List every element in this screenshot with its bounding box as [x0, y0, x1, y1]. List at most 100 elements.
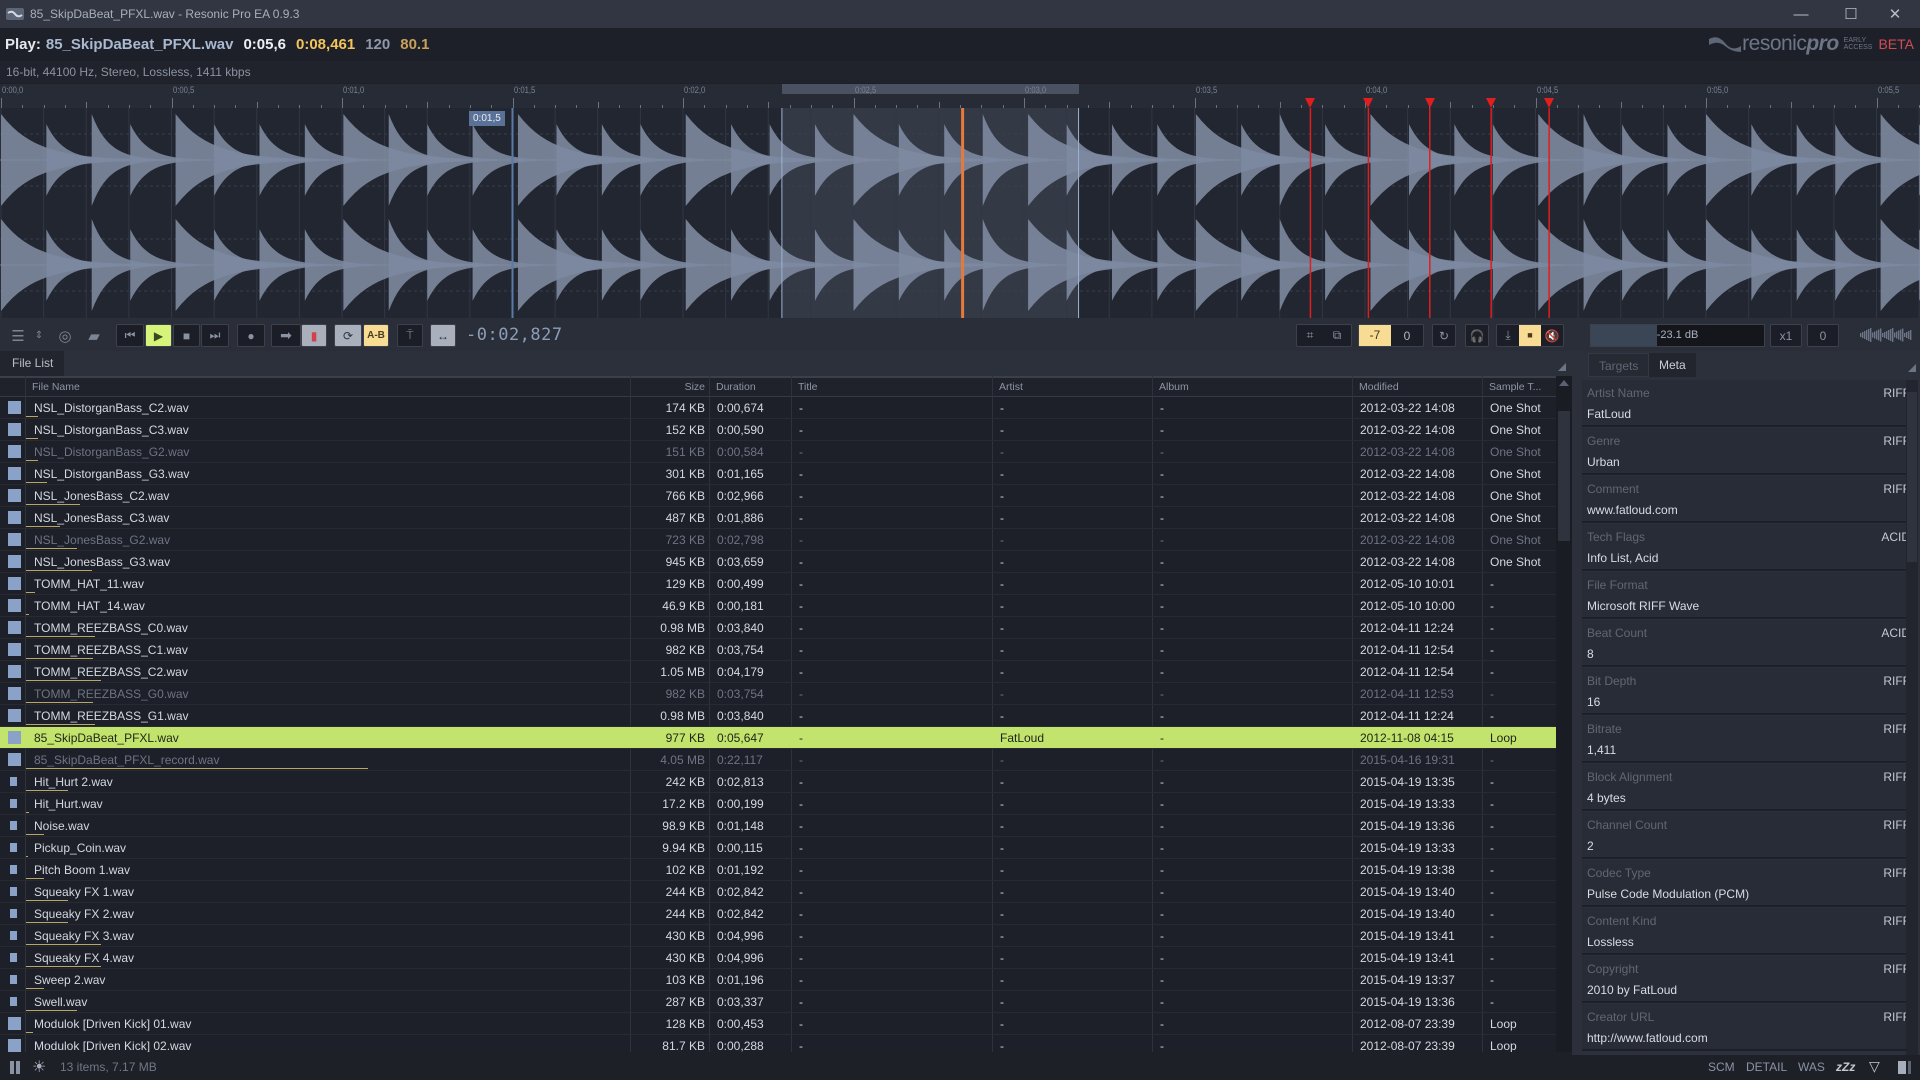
- file-row[interactable]: NSL_DistorganBass_G2.wav 151 KB 0:00,584 - -…: [0, 441, 1556, 463]
- pitch-fine[interactable]: 0: [1391, 329, 1423, 343]
- file-row[interactable]: Sweep 2.wav 103 KB 0:01,196 - - - 2015-04-19 1…: [0, 969, 1556, 991]
- file-row[interactable]: Pickup_Coin.wav 9.94 KB 0:00,115 - - - 2015-04…: [0, 837, 1556, 859]
- brightness-icon[interactable]: ☀: [32, 1057, 46, 1077]
- minimize-button[interactable]: —: [1778, 0, 1824, 28]
- column-duration[interactable]: Duration: [709, 378, 791, 397]
- cue-marker-flag[interactable]: [1544, 98, 1555, 108]
- meta-field[interactable]: Bitrate RIFF 1,411: [1582, 716, 1915, 763]
- pause-bar-icon[interactable]: [16, 1061, 20, 1074]
- headphones-button[interactable]: 🎧: [1465, 324, 1489, 347]
- meta-field[interactable]: Bit Depth RIFF 16: [1582, 668, 1915, 715]
- pitch-control[interactable]: -7 0: [1358, 324, 1424, 347]
- file-row[interactable]: Pitch Boom 1.wav 102 KB 0:01,192 - - - 2015-04…: [0, 859, 1556, 881]
- column-size[interactable]: Size: [630, 378, 709, 397]
- cue-marker-flag[interactable]: [1363, 98, 1374, 108]
- list-view-icon[interactable]: ☰: [8, 324, 28, 347]
- was-toggle[interactable]: WAS: [1798, 1060, 1825, 1074]
- file-row[interactable]: Swell.wav 287 KB 0:03,337 - - - 2015-04-19 13:…: [0, 991, 1556, 1013]
- pause-bar-icon[interactable]: [10, 1061, 14, 1074]
- split-button[interactable]: ↔: [430, 324, 456, 347]
- meta-field[interactable]: Block Alignment RIFF 4 bytes: [1582, 764, 1915, 811]
- cue-marker-flag[interactable]: [1486, 98, 1497, 108]
- timeline-ruler[interactable]: 0:00,0 0:00,5 0:01,0 0:01,5 0:02,0 0:02,5 0:03…: [0, 84, 1920, 108]
- meta-field[interactable]: Codec Type RIFF Pulse Code Modulation (PCM…: [1582, 860, 1915, 907]
- scroll-up-icon[interactable]: [1559, 380, 1569, 386]
- folder-icon[interactable]: ▰: [84, 324, 104, 347]
- play-button[interactable]: ▶: [145, 324, 172, 347]
- file-row[interactable]: NSL_JonesBass_G3.wav 945 KB 0:03,659 - - - 201…: [0, 551, 1556, 573]
- panel-resize-icon[interactable]: [1908, 364, 1916, 372]
- file-row[interactable]: Hit_Hurt.wav 17.2 KB 0:00,199 - - - 2015-04-19…: [0, 793, 1556, 815]
- mute-icon[interactable]: 🔇: [1541, 329, 1563, 343]
- sleep-toggle[interactable]: zZz: [1836, 1060, 1855, 1074]
- follow-arrow-button[interactable]: ➡: [271, 324, 301, 347]
- record-button[interactable]: ●: [237, 324, 265, 347]
- scm-toggle[interactable]: SCM: [1708, 1060, 1735, 1074]
- column-sample-type[interactable]: Sample T...: [1482, 378, 1556, 397]
- tab-meta[interactable]: Meta: [1649, 353, 1696, 377]
- waveform-canvas[interactable]: [0, 108, 1920, 318]
- filter-icon[interactable]: ▽: [1869, 1058, 1880, 1075]
- gain-meter[interactable]: -23.1 dB: [1590, 324, 1765, 347]
- file-row[interactable]: Squeaky FX 2.wav 244 KB 0:02,842 - - - 2015-04…: [0, 903, 1556, 925]
- meta-field[interactable]: File Format Microsoft RIFF Wave: [1582, 572, 1915, 619]
- meta-field[interactable]: Artist Name RIFF FatLoud: [1582, 380, 1915, 427]
- ab-loop-button[interactable]: A-B: [363, 324, 389, 347]
- column-artist[interactable]: Artist: [992, 378, 1152, 397]
- pin-marker-button[interactable]: ⍑: [397, 324, 423, 347]
- panel-resize-icon[interactable]: [1558, 363, 1566, 371]
- speed-button[interactable]: x1: [1770, 324, 1802, 347]
- meta-field[interactable]: Creator URL RIFF http://www.fatloud.com: [1582, 1004, 1915, 1051]
- file-row[interactable]: 85_SkipDaBeat_PFXL.wav 977 KB 0:05,647 - Fat…: [0, 727, 1556, 749]
- cue-marker-flag[interactable]: [1305, 98, 1316, 108]
- column-title[interactable]: Title: [791, 378, 992, 397]
- file-row[interactable]: TOMM_REEZBASS_G1.wav 0.98 MB 0:03,840 - - - 20…: [0, 705, 1556, 727]
- waveform-view[interactable]: 0:00,0 0:00,5 0:01,0 0:01,5 0:02,0 0:02,5 0:03…: [0, 84, 1920, 318]
- file-row[interactable]: NSL_DistorganBass_C3.wav 152 KB 0:00,590 - -…: [0, 419, 1556, 441]
- file-list-scrollbar[interactable]: [1556, 376, 1572, 1052]
- file-row[interactable]: NSL_JonesBass_G2.wav 723 KB 0:02,798 - - - 201…: [0, 529, 1556, 551]
- file-row[interactable]: Squeaky FX 3.wav 430 KB 0:04,996 - - - 2015-04…: [0, 925, 1556, 947]
- loop-button[interactable]: ⟳: [334, 324, 362, 347]
- cue-marker-flag[interactable]: [1424, 98, 1435, 108]
- target-icon[interactable]: ◎: [55, 324, 75, 347]
- file-row[interactable]: TOMM_REEZBASS_C1.wav 982 KB 0:03,754 - - - 201…: [0, 639, 1556, 661]
- meta-field[interactable]: Comment RIFF www.fatloud.com: [1582, 476, 1915, 523]
- tab-file-list[interactable]: File List: [0, 351, 64, 376]
- panel-toggle-icon[interactable]: [1898, 1061, 1906, 1074]
- file-row[interactable]: 85_SkipDaBeat_PFXL_record.wav 4.05 MB 0:22…: [0, 749, 1556, 771]
- file-row[interactable]: Noise.wav 98.9 KB 0:01,148 - - - 2015-04-19 13…: [0, 815, 1556, 837]
- file-row[interactable]: NSL_DistorganBass_G3.wav 301 KB 0:01,165 - -…: [0, 463, 1556, 485]
- meta-field[interactable]: Tech Flags ACID Info List, Acid: [1582, 524, 1915, 571]
- detail-toggle[interactable]: DETAIL: [1746, 1060, 1787, 1074]
- skip-forward-button[interactable]: ⏭: [201, 324, 229, 347]
- file-row[interactable]: Modulok [Driven Kick] 01.wav 128 KB 0:00,4…: [0, 1013, 1556, 1035]
- meta-field[interactable]: Genre RIFF Urban: [1582, 428, 1915, 475]
- reset-pitch-button[interactable]: ↻: [1432, 324, 1456, 347]
- meta-field[interactable]: Channel Count RIFF 2: [1582, 812, 1915, 859]
- file-row[interactable]: TOMM_HAT_14.wav 46.9 KB 0:00,181 - - - 2012-05…: [0, 595, 1556, 617]
- meta-scrollbar-thumb[interactable]: [1907, 392, 1917, 562]
- sort-updown-icon[interactable]: ⇕: [32, 324, 46, 347]
- file-row[interactable]: TOMM_HAT_11.wav 129 KB 0:00,499 - - - 2012-05-…: [0, 573, 1556, 595]
- file-row[interactable]: NSL_JonesBass_C3.wav 487 KB 0:01,886 - - - 201…: [0, 507, 1556, 529]
- file-row[interactable]: Squeaky FX 1.wav 244 KB 0:02,842 - - - 2015-04…: [0, 881, 1556, 903]
- tab-targets[interactable]: Targets: [1588, 353, 1650, 377]
- skip-back-button[interactable]: ⏮: [116, 324, 144, 347]
- solo-button[interactable]: ■: [1519, 325, 1541, 346]
- offset-field[interactable]: 0: [1807, 324, 1839, 347]
- file-row[interactable]: Hit_Hurt 2.wav 242 KB 0:02,813 - - - 2015-04-1…: [0, 771, 1556, 793]
- file-row[interactable]: TOMM_REEZBASS_G0.wav 982 KB 0:03,754 - - - 201…: [0, 683, 1556, 705]
- column-file-name[interactable]: File Name: [25, 378, 630, 397]
- column-modified[interactable]: Modified: [1352, 378, 1482, 397]
- scrollbar-thumb[interactable]: [1558, 411, 1570, 541]
- crop-play-icon[interactable]: ⧉: [1333, 328, 1342, 343]
- meta-field[interactable]: Beat Count ACID 8: [1582, 620, 1915, 667]
- meta-field[interactable]: Content Kind RIFF Lossless: [1582, 908, 1915, 955]
- pitch-semitones[interactable]: -7: [1359, 325, 1391, 346]
- meta-scrollbar[interactable]: [1906, 380, 1918, 1060]
- maximize-button[interactable]: ☐: [1828, 0, 1874, 28]
- file-row[interactable]: TOMM_REEZBASS_C2.wav 1.05 MB 0:04,179 - - - 20…: [0, 661, 1556, 683]
- crop-icon[interactable]: ⌗: [1307, 328, 1314, 343]
- meta-field[interactable]: Copyright RIFF 2010 by FatLoud: [1582, 956, 1915, 1003]
